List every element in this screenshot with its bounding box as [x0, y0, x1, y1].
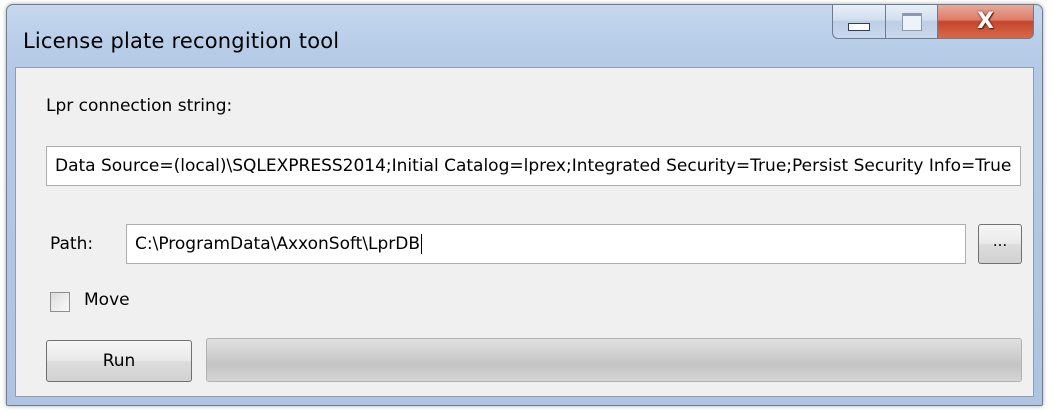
title-bar[interactable]: License plate recongition tool X [7, 5, 1042, 69]
close-icon: X [977, 9, 994, 34]
move-checkbox[interactable] [50, 292, 70, 312]
path-value: C:\ProgramData\AxxonSoft\LprDB [135, 234, 421, 254]
window-title: License plate recongition tool [23, 29, 340, 53]
move-label[interactable]: Move [84, 290, 130, 310]
connection-string-label: Lpr connection string: [46, 96, 233, 116]
progress-bar [206, 338, 1022, 382]
maximize-icon [901, 12, 922, 31]
connection-string-input[interactable]: Data Source=(local)\SQLEXPRESS2014;Initi… [46, 146, 1021, 186]
caption-buttons: X [832, 5, 1034, 41]
app-window: License plate recongition tool X Lpr con… [6, 4, 1043, 406]
client-area: Lpr connection string: Data Source=(loca… [15, 67, 1034, 397]
close-button[interactable]: X [938, 5, 1034, 39]
run-button[interactable]: Run [46, 340, 192, 382]
minimize-icon [848, 22, 870, 31]
text-caret [421, 234, 423, 254]
minimize-button[interactable] [832, 5, 886, 39]
path-label: Path: [50, 234, 94, 254]
browse-button[interactable]: ... [978, 224, 1022, 264]
maximize-button[interactable] [886, 5, 938, 39]
path-input[interactable]: C:\ProgramData\AxxonSoft\LprDB [126, 224, 966, 264]
